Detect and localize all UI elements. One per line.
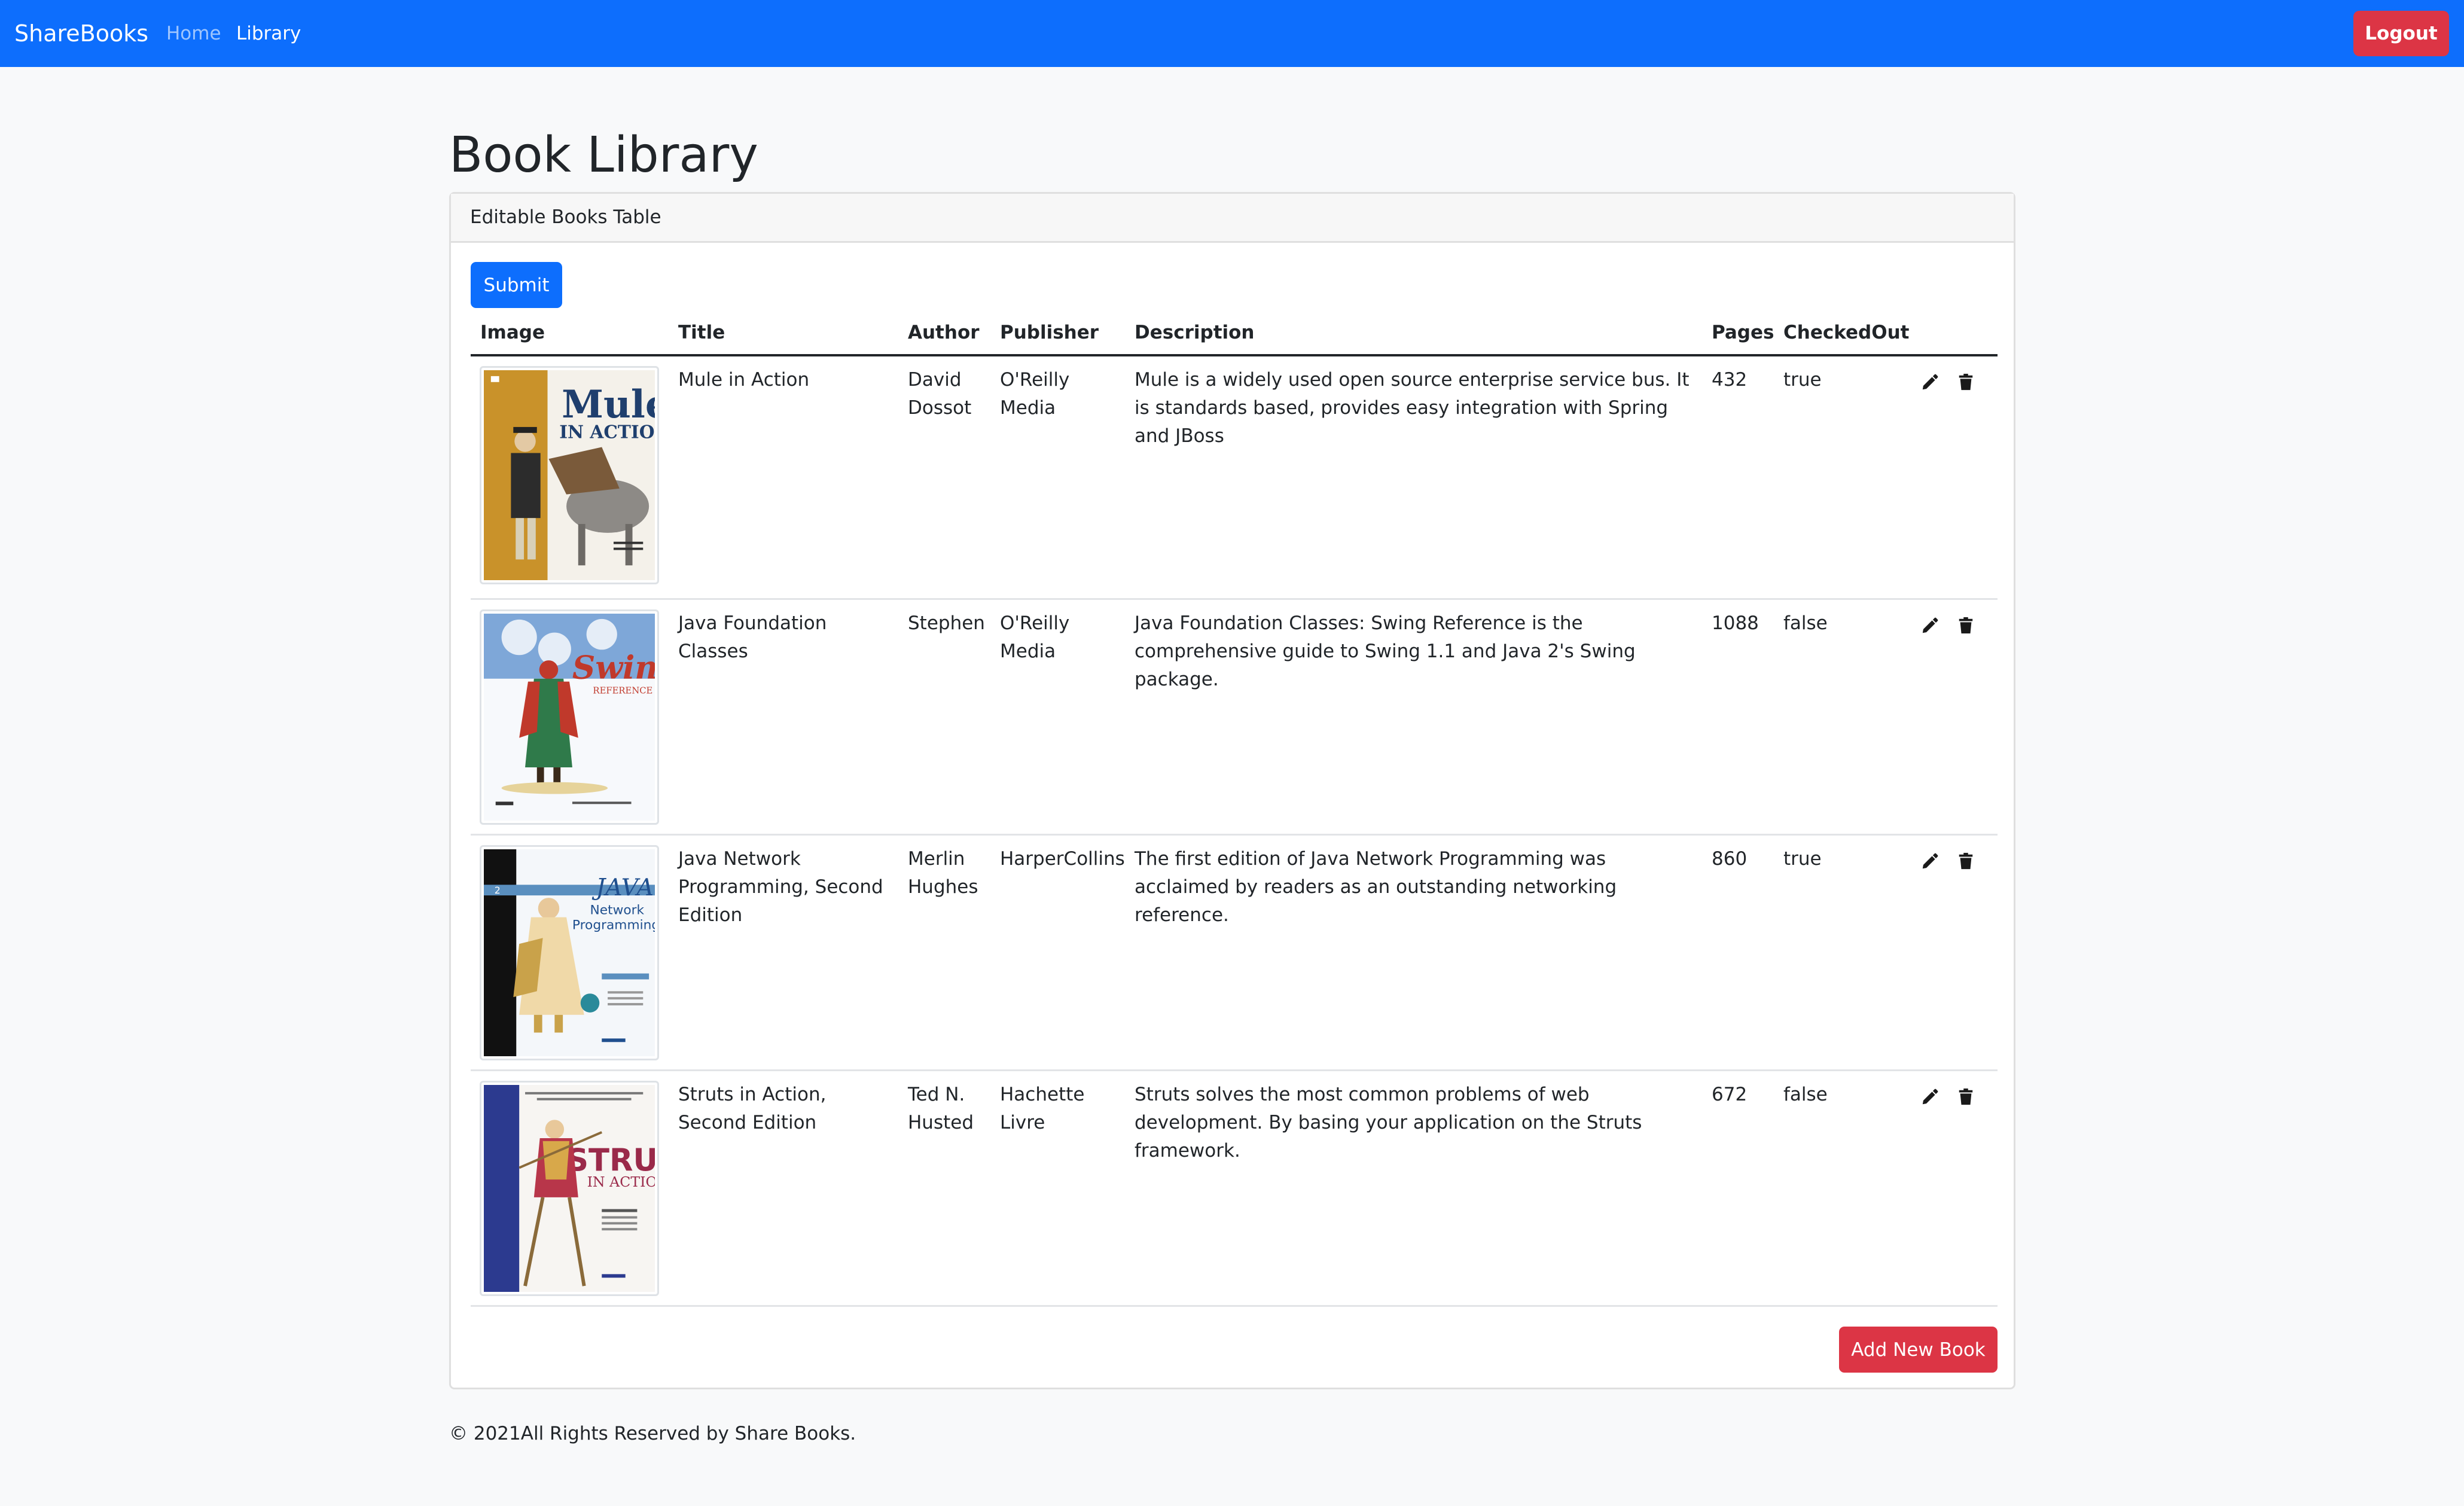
page-title: Book Library [449,127,758,184]
column-header-checkedout: CheckedOut [1783,322,1910,343]
cover-title-line2: IN ACTION [559,422,655,443]
column-header-author: Author [908,322,980,343]
book-author: Ted N. Husted [908,1084,974,1133]
book-publisher: O'Reilly Media [1000,612,1070,662]
book-description: Struts solves the most common problems o… [1135,1084,1642,1161]
book-pages: 860 [1712,848,1748,870]
cover-title-line2: IN ACTION [587,1173,655,1190]
book-title: Mule in Action [678,369,810,391]
add-new-book-button[interactable]: Add New Book [1839,1327,1998,1373]
card-header-title: Editable Books Table [470,206,661,228]
book-description: The first edition of Java Network Progra… [1135,848,1617,926]
table-row: Swing REFERENCE Java Foundation Classes … [471,600,1998,836]
card-header: Editable Books Table [451,194,2014,243]
pencil-icon[interactable] [1921,617,1939,635]
book-cover-image: STRUTS IN ACTION [480,1081,659,1296]
book-publisher: O'Reilly Media [1000,369,1070,419]
books-card: Editable Books Table Submit Image Title … [449,192,2015,1389]
nav-link-library[interactable]: Library [236,22,301,45]
table-row: Mule IN ACTION Mule in Action David Doss… [471,356,1998,600]
book-pages: 432 [1712,369,1748,391]
book-cover-swing: Swing REFERENCE [484,614,655,821]
book-description: Java Foundation Classes: Swing Reference… [1135,612,1636,690]
book-title: Java Foundation Classes [678,612,827,662]
column-header-image: Image [480,322,545,343]
book-pages: 1088 [1712,612,1759,634]
table-row: 2 JAVA Network Programming Java Network … [471,836,1998,1071]
book-author: Merlin Hughes [908,848,978,898]
book-checked-out: false [1783,612,1828,634]
footer-copyright: © 2021All Rights Reserved by Share Books… [449,1423,856,1444]
logout-button[interactable]: Logout [2353,11,2449,56]
submit-button[interactable]: Submit [471,262,562,308]
cover-title-line1: JAVA [591,874,654,901]
nav-link-home[interactable]: Home [166,22,221,45]
trash-icon[interactable] [1957,1088,1975,1106]
book-title: Struts in Action, Second Edition [678,1084,827,1133]
book-cover-image: Mule IN ACTION [480,366,659,584]
column-header-pages: Pages [1712,322,1774,343]
column-header-title: Title [678,322,725,343]
cover-title-line1: Mule [562,382,655,426]
book-cover-struts: STRUTS IN ACTION [484,1085,655,1292]
trash-icon[interactable] [1957,373,1975,391]
table-row: STRUTS IN ACTION Struts in Action, Secon… [471,1071,1998,1307]
pencil-icon[interactable] [1921,852,1939,870]
column-header-description: Description [1135,322,1255,343]
top-navbar: ShareBooks Home Library Logout [0,0,2464,67]
book-checked-out: true [1783,369,1822,391]
trash-icon[interactable] [1957,617,1975,635]
cover-title-line1: Swing [572,649,655,687]
book-cover-java-network: 2 JAVA Network Programming [484,849,655,1056]
book-publisher: HarperCollins [1000,848,1125,870]
brand-logo[interactable]: ShareBooks [14,19,148,48]
column-header-publisher: Publisher [1000,322,1099,343]
book-checked-out: false [1783,1084,1828,1105]
book-pages: 672 [1712,1084,1748,1105]
pencil-icon[interactable] [1921,1088,1939,1106]
cover-title-line2: REFERENCE [593,685,652,696]
book-author: Stephen [908,612,985,634]
book-title: Java Network Programming, Second Edition [678,848,883,926]
trash-icon[interactable] [1957,852,1975,870]
book-cover-image: Swing REFERENCE [480,609,659,825]
cover-title-line3: Programming [572,917,655,932]
book-publisher: Hachette Livre [1000,1084,1085,1133]
book-author: David Dossot [908,369,972,419]
pencil-icon[interactable] [1921,373,1939,391]
book-cover-image: 2 JAVA Network Programming [480,845,659,1060]
cover-title-line2: Network [590,903,645,918]
svg-text:2: 2 [495,885,501,896]
row-divider [471,1305,1998,1307]
book-description: Mule is a widely used open source enterp… [1135,369,1690,447]
book-checked-out: true [1783,848,1822,870]
book-cover-mule: Mule IN ACTION [484,370,655,580]
